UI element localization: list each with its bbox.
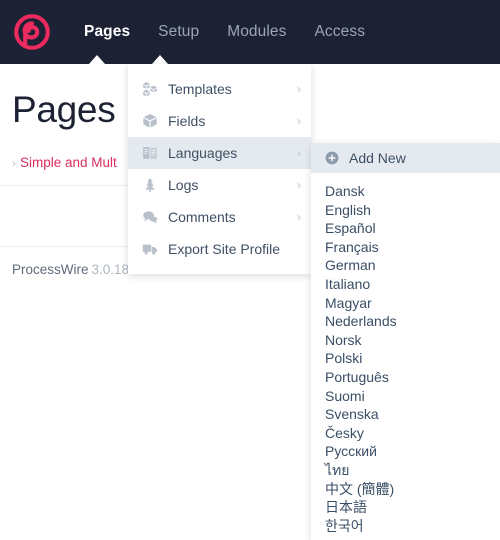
nav-item-label: Pages	[84, 23, 131, 40]
list-item[interactable]: Русский	[311, 442, 500, 461]
chevron-right-icon: ›	[297, 82, 301, 96]
list-item[interactable]: Español	[311, 219, 500, 238]
menu-item-label: Templates	[168, 81, 232, 97]
nav-active-arrow-pages	[89, 55, 105, 64]
primary-nav: Pages Setup Modules Access	[70, 0, 379, 64]
list-item[interactable]: 中文 (簡體)	[311, 480, 500, 499]
nav-item-modules[interactable]: Modules	[213, 0, 300, 64]
list-item[interactable]: Suomi	[311, 387, 500, 406]
list-item[interactable]: 日本語	[311, 498, 500, 517]
menu-item-export-site-profile[interactable]: Export Site Profile	[128, 233, 311, 265]
list-item[interactable]: 한국어	[311, 517, 500, 536]
chevron-right-icon: ›	[297, 146, 301, 160]
submenu-add-new-label: Add New	[349, 150, 406, 166]
menu-item-fields[interactable]: Fields ›	[128, 105, 311, 137]
nav-open-arrow-setup	[152, 55, 168, 64]
list-item[interactable]: Polski	[311, 349, 500, 368]
nav-item-pages[interactable]: Pages	[70, 0, 144, 64]
footer-brand: ProcessWire	[12, 262, 89, 277]
menu-item-logs[interactable]: Logs ›	[128, 169, 311, 201]
list-item[interactable]: Nederlands	[311, 312, 500, 331]
setup-dropdown-menu: Templates › Fields › Languages › Logs › …	[128, 64, 311, 274]
list-item[interactable]: Magyar	[311, 294, 500, 313]
menu-item-label: Fields	[168, 113, 206, 129]
chevron-right-icon: ›	[297, 114, 301, 128]
list-item[interactable]: Svenska	[311, 405, 500, 424]
cubes-icon	[142, 81, 164, 97]
list-item[interactable]: ไทย	[311, 461, 500, 480]
list-item[interactable]: Français	[311, 238, 500, 257]
menu-item-comments[interactable]: Comments ›	[128, 201, 311, 233]
tree-icon	[142, 177, 164, 193]
menu-item-label: Languages	[168, 145, 238, 161]
nav-item-label: Modules	[227, 23, 287, 40]
processwire-logo-icon[interactable]	[14, 14, 50, 50]
list-item[interactable]: Italiano	[311, 275, 500, 294]
breadcrumb: › Simple and Mult	[12, 155, 117, 170]
menu-item-templates[interactable]: Templates ›	[128, 73, 311, 105]
list-item[interactable]: Norsk	[311, 331, 500, 350]
list-item[interactable]: English	[311, 201, 500, 220]
plus-circle-icon	[325, 151, 339, 165]
comments-icon	[142, 209, 164, 225]
truck-icon	[142, 241, 164, 257]
nav-item-access[interactable]: Access	[300, 0, 379, 64]
chevron-right-icon: ›	[12, 156, 16, 170]
processwire-admin-screen: Pages Setup Modules Access Pages › Simple…	[0, 0, 500, 540]
menu-item-label: Logs	[168, 177, 199, 193]
submenu-add-new-button[interactable]: Add New	[311, 143, 500, 173]
nav-item-label: Access	[314, 23, 366, 40]
nav-item-label: Setup	[158, 23, 200, 40]
menu-item-languages[interactable]: Languages ›	[128, 137, 311, 169]
language-icon	[142, 145, 164, 161]
masthead: Pages Setup Modules Access	[0, 0, 500, 64]
menu-item-label: Comments	[168, 209, 236, 225]
list-item[interactable]: German	[311, 256, 500, 275]
chevron-right-icon: ›	[297, 178, 301, 192]
chevron-right-icon: ›	[297, 210, 301, 224]
languages-submenu: Add New Dansk English Español Français G…	[311, 143, 500, 540]
languages-list: Dansk English Español Français German It…	[311, 173, 500, 537]
breadcrumb-link[interactable]: Simple and Mult	[20, 155, 117, 170]
list-item[interactable]: Dansk	[311, 182, 500, 201]
menu-item-label: Export Site Profile	[168, 241, 281, 257]
list-item[interactable]: Česky	[311, 424, 500, 443]
list-item[interactable]: Português	[311, 368, 500, 387]
page-title: Pages	[12, 89, 116, 130]
cube-icon	[142, 113, 164, 129]
